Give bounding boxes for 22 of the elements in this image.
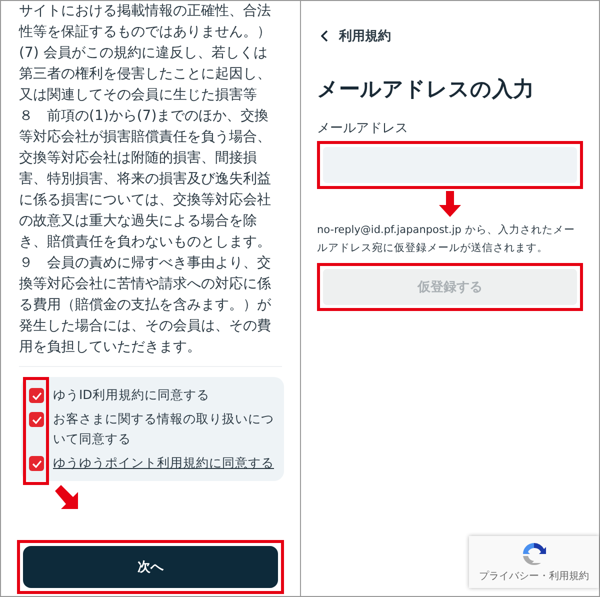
- next-button[interactable]: 次へ: [23, 546, 278, 588]
- checkbox[interactable]: [29, 412, 44, 427]
- checkbox[interactable]: [29, 456, 44, 471]
- arrow-icon: [439, 191, 461, 217]
- terms-paragraph: (7) 会員がこの規約に違反し、若しくは第三者の権利を侵害したことに起因し、又は関連してその会員に生じた損害等: [19, 44, 272, 105]
- field-label: メールアドレス: [317, 120, 409, 137]
- page-title: メールアドレスの入力: [317, 76, 535, 103]
- recaptcha-icon: [521, 541, 547, 567]
- check-icon: [32, 392, 42, 400]
- back-link[interactable]: 利用規約: [339, 27, 391, 45]
- checkbox-label: お客さまに関する情報の取り扱いについて同意する: [53, 410, 275, 448]
- terms-paragraph: サイトにおける掲載情報の正確性、合法性等を保証するものではありません。）: [19, 2, 272, 42]
- back-icon[interactable]: [321, 30, 329, 42]
- checkbox-label: ゆうID利用規約に同意する: [53, 386, 210, 404]
- checkbox[interactable]: [29, 388, 44, 403]
- terms-paragraph: ８ 前項の(1)から(7)までのほか、交換等対応会社が損害賠償責任を負う場合、交換等対応会社は附随的損害、間接損害、特別損害、将来の損害及び逸失利益に係る損害については、交換等対応会社の故意又は重大な過失による場合を除き、賠償責任を負わないものとします。: [19, 107, 272, 252]
- terms-paragraph: ９ 会員の責めに帰すべき事由より、交換等対応会社に苦情や請求への対応に係る費用（賠償金の支払を含みます。）が発生した場合には、その会員は、その費用を負担していただきます。: [19, 254, 272, 357]
- terms-link[interactable]: ゆうゆうポイント利用規約に同意する: [53, 453, 274, 473]
- notice-text: no-reply@id.pf.japanpost.jp から、入力されたメールアドレス宛に仮登録メールが送信されます。: [317, 223, 576, 256]
- privacy-terms-text[interactable]: プライバシー・利用規約: [479, 569, 589, 583]
- check-icon: [32, 416, 42, 424]
- check-icon: [32, 460, 42, 468]
